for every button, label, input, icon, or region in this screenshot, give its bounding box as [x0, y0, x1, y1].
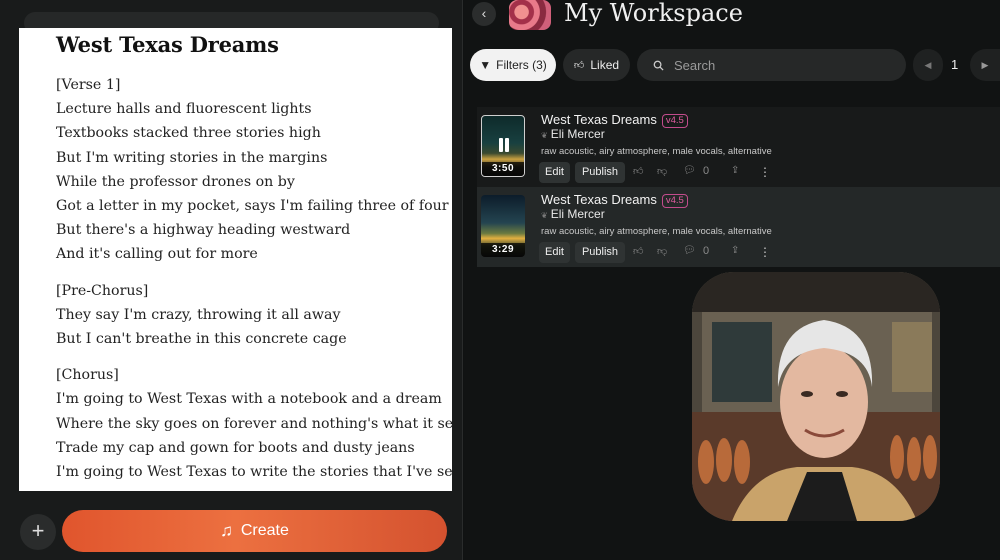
filters-button-label: Filters (3)	[496, 58, 547, 72]
song-duration: 3:29	[481, 243, 525, 257]
lyric-line: Where the sky goes on forever and nothin…	[56, 415, 452, 432]
song-row[interactable]: 3:29 West Texas Dreams v4.5 ❦ Eli Mercer r…	[477, 187, 1000, 267]
music-note-sparkle-icon: ♫	[220, 521, 233, 540]
lyrics-panel: West Texas Dreams [Verse 1] Lecture halls…	[0, 0, 463, 560]
create-button[interactable]: ♫ Create	[62, 510, 447, 552]
version-badge: v4.5	[661, 114, 688, 128]
pause-icon[interactable]	[497, 138, 511, 154]
lyric-line: But I'm writing stories in the margins	[56, 149, 328, 166]
comment-count: 0	[703, 245, 710, 257]
prev-page-button[interactable]: ◀	[913, 49, 943, 81]
share-icon[interactable]: ⇪	[731, 165, 739, 176]
chevron-left-icon: ‹	[481, 5, 487, 21]
search-input[interactable]	[674, 57, 874, 73]
thumbs-up-icon[interactable]: 👍︎	[633, 165, 643, 177]
song-duration: 3:50	[482, 162, 524, 176]
lyric-line: They say I'm crazy, throwing it all away	[56, 306, 341, 323]
song-tags: raw acoustic, airy atmosphere, male voca…	[541, 146, 772, 157]
workspace-avatar	[509, 0, 551, 30]
workspace-panel: ‹ My Workspace ▼ Filters (3) 👍︎ Liked ◀ …	[464, 0, 1000, 560]
publish-button[interactable]: Publish	[575, 242, 625, 263]
leaf-icon: ❦	[541, 211, 548, 220]
bottom-bar: + ♫ Create	[0, 500, 463, 560]
comment-icon[interactable]: 💬︎	[683, 165, 696, 176]
lyrics-section: [Chorus] I'm going to West Texas with a n…	[56, 363, 452, 484]
edit-button[interactable]: Edit	[539, 242, 570, 263]
chevron-right-icon: ▶	[981, 60, 989, 70]
publish-button[interactable]: Publish	[575, 162, 625, 183]
lyrics-editor[interactable]: West Texas Dreams [Verse 1] Lecture halls…	[19, 28, 452, 491]
add-button[interactable]: +	[20, 514, 56, 550]
lyric-line: [Chorus]	[56, 367, 119, 384]
lyrics-section: [Pre-Chorus] They say I'm crazy, throwing…	[56, 279, 452, 352]
artist-name: Eli Mercer	[550, 207, 605, 221]
back-button[interactable]: ‹	[472, 2, 496, 26]
thumbs-down-icon[interactable]: 👎︎	[657, 245, 667, 257]
liked-button-label: Liked	[590, 58, 620, 72]
lyric-line: [Verse 1]	[56, 77, 121, 93]
comment-icon[interactable]: 💬︎	[683, 245, 696, 256]
thumbs-up-icon: 👍︎	[573, 60, 585, 71]
lyric-line: While the professor drones on by	[56, 173, 295, 190]
lyric-line: But there's a highway heading westward	[56, 222, 351, 239]
search-icon	[653, 60, 664, 71]
version-badge: v4.5	[661, 194, 688, 208]
lyric-line: Lecture halls and fluorescent lights	[56, 101, 312, 118]
workspace-title: My Workspace	[564, 0, 743, 27]
next-page-button[interactable]: ▶	[970, 49, 1000, 81]
leaf-icon: ❦	[541, 131, 548, 140]
lyric-line: I'm going to West Texas with a notebook …	[56, 391, 442, 408]
lyric-line: Got a letter in my pocket, says I'm fail…	[56, 198, 449, 215]
search-box[interactable]	[637, 49, 906, 81]
chevron-left-icon: ◀	[924, 60, 932, 70]
filters-button[interactable]: ▼ Filters (3)	[470, 49, 556, 81]
thumbs-down-icon[interactable]: 👎︎	[657, 165, 667, 177]
lyrics-section: [Verse 1] Lecture halls and fluorescent l…	[56, 73, 452, 267]
more-options-icon[interactable]: ⋮	[759, 245, 771, 259]
page-number: 1	[951, 57, 959, 72]
lyrics-title: West Texas Dreams	[56, 32, 279, 57]
song-title[interactable]: West Texas Dreams v4.5	[541, 112, 688, 128]
song-artist[interactable]: ❦ Eli Mercer	[541, 207, 605, 221]
artist-name: Eli Mercer	[550, 127, 605, 141]
more-options-icon[interactable]: ⋮	[759, 165, 771, 179]
song-artist[interactable]: ❦ Eli Mercer	[541, 127, 605, 141]
song-thumbnail[interactable]: 3:29	[481, 195, 525, 257]
webcam-overlay	[692, 272, 940, 521]
lyric-line: I'm going to West Texas to write the sto…	[56, 464, 452, 481]
create-button-label: Create	[240, 522, 289, 539]
share-icon[interactable]: ⇪	[731, 245, 739, 256]
song-title-text: West Texas Dreams	[541, 112, 657, 127]
lyric-line: But I can't breathe in this concrete cag…	[56, 331, 347, 348]
song-tags: raw acoustic, airy atmosphere, male voca…	[541, 226, 772, 237]
lyric-line: Trade my cap and gown for boots and dust…	[56, 439, 415, 456]
filter-icon: ▼	[479, 58, 492, 72]
thumbs-up-icon[interactable]: 👍︎	[633, 245, 643, 257]
edit-button[interactable]: Edit	[539, 162, 570, 183]
liked-button[interactable]: 👍︎ Liked	[563, 49, 630, 81]
lyric-line: Textbooks stacked three stories high	[56, 125, 321, 142]
webcam-video	[692, 272, 940, 521]
song-row[interactable]: 3:50 West Texas Dreams v4.5 ❦ Eli Mercer r…	[477, 107, 1000, 187]
song-title-text: West Texas Dreams	[541, 192, 657, 207]
song-title[interactable]: West Texas Dreams v4.5	[541, 192, 688, 208]
lyrics-body: [Verse 1] Lecture halls and fluorescent l…	[56, 73, 452, 484]
comment-count: 0	[703, 165, 710, 177]
lyric-line: [Pre-Chorus]	[56, 282, 149, 299]
song-thumbnail[interactable]: 3:50	[481, 115, 525, 177]
lyric-line: And it's calling out for more	[56, 246, 258, 263]
